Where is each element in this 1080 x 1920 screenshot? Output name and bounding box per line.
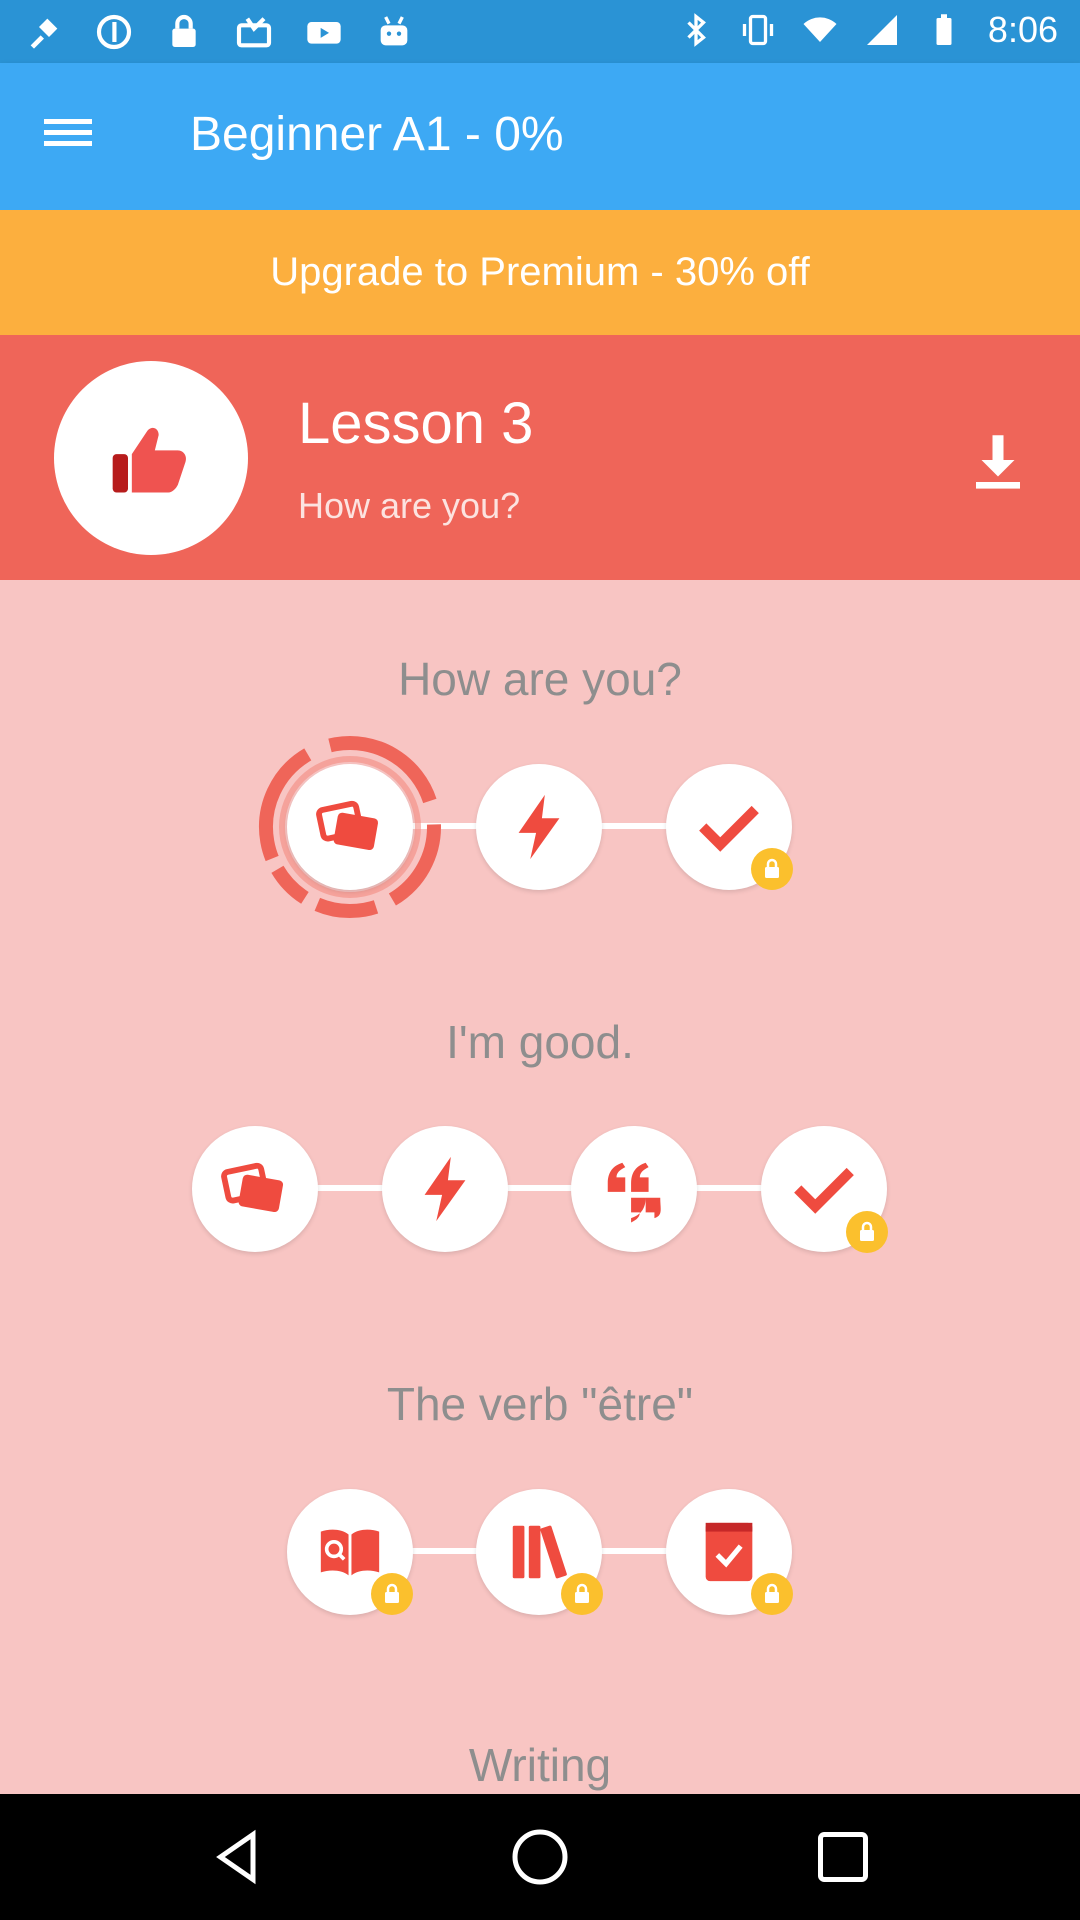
hamburger-menu-icon[interactable] bbox=[40, 113, 100, 161]
section-title-verb-etre: The verb "être" bbox=[386, 1378, 694, 1430]
lesson-title: Lesson 3 bbox=[298, 391, 534, 456]
lock-icon bbox=[172, 14, 196, 47]
step-lightning[interactable] bbox=[382, 1126, 508, 1252]
lock-icon bbox=[575, 1583, 589, 1603]
status-time: 8:06 bbox=[987, 9, 1058, 50]
lock-icon bbox=[765, 858, 779, 878]
data-saver-icon bbox=[96, 14, 132, 50]
step-flashcards[interactable] bbox=[192, 1126, 318, 1252]
app-bar: Beginner A1 - 0% bbox=[0, 63, 1080, 210]
page-title: Beginner A1 - 0% bbox=[190, 108, 564, 161]
bluetooth-icon bbox=[687, 13, 706, 47]
battery-icon bbox=[936, 14, 952, 45]
lightning-icon bbox=[518, 794, 560, 860]
download-icon[interactable] bbox=[965, 427, 1031, 493]
lesson-subtitle: How are you? bbox=[298, 485, 521, 526]
recents-icon[interactable] bbox=[813, 1827, 873, 1887]
lock-badge bbox=[846, 1211, 888, 1253]
flashcards-icon bbox=[221, 1162, 284, 1213]
inbox-icon bbox=[236, 17, 272, 48]
upgrade-premium-button[interactable]: Upgrade to Premium - 30% off bbox=[0, 210, 1080, 335]
step-lightning[interactable] bbox=[476, 764, 602, 890]
step-quote[interactable] bbox=[571, 1126, 697, 1252]
lock-icon bbox=[385, 1583, 399, 1603]
checkmark-icon bbox=[794, 1167, 854, 1214]
vibrate-icon bbox=[742, 14, 774, 46]
back-icon[interactable] bbox=[208, 1827, 268, 1887]
lock-badge bbox=[751, 1573, 793, 1615]
step-flashcards[interactable] bbox=[287, 764, 413, 890]
home-icon[interactable] bbox=[510, 1827, 570, 1887]
checkmark-icon bbox=[699, 805, 759, 852]
section-title-how-are-you: How are you? bbox=[398, 653, 682, 705]
system-nav-bar bbox=[0, 1794, 1080, 1920]
step-connector bbox=[254, 1185, 824, 1191]
status-icons-left bbox=[24, 12, 414, 52]
lock-badge bbox=[751, 848, 793, 890]
lock-icon bbox=[765, 1583, 779, 1603]
lightning-icon bbox=[424, 1156, 466, 1222]
book-search-icon bbox=[320, 1529, 380, 1576]
fake-gps-icon bbox=[30, 18, 58, 49]
android-icon bbox=[380, 16, 408, 46]
books-icon bbox=[512, 1525, 567, 1579]
wifi-icon bbox=[803, 17, 837, 42]
quote-icon bbox=[607, 1162, 661, 1223]
notebook-check-icon bbox=[705, 1522, 753, 1582]
status-bar: 8:06 bbox=[0, 0, 1080, 63]
thumbs-up-icon bbox=[112, 427, 186, 493]
section-title-writing: Writing bbox=[468, 1739, 612, 1791]
lock-icon bbox=[860, 1221, 874, 1241]
lesson-header: Lesson 3 How are you? bbox=[0, 335, 1080, 580]
lesson-avatar bbox=[54, 361, 248, 555]
flashcards-icon bbox=[316, 800, 379, 851]
youtube-icon bbox=[307, 22, 341, 44]
status-icons-right: 8:06 bbox=[678, 8, 1058, 52]
lock-badge bbox=[561, 1573, 603, 1615]
lock-badge bbox=[371, 1573, 413, 1615]
signal-icon bbox=[866, 15, 897, 45]
section-title-im-good: I'm good. bbox=[446, 1016, 634, 1068]
